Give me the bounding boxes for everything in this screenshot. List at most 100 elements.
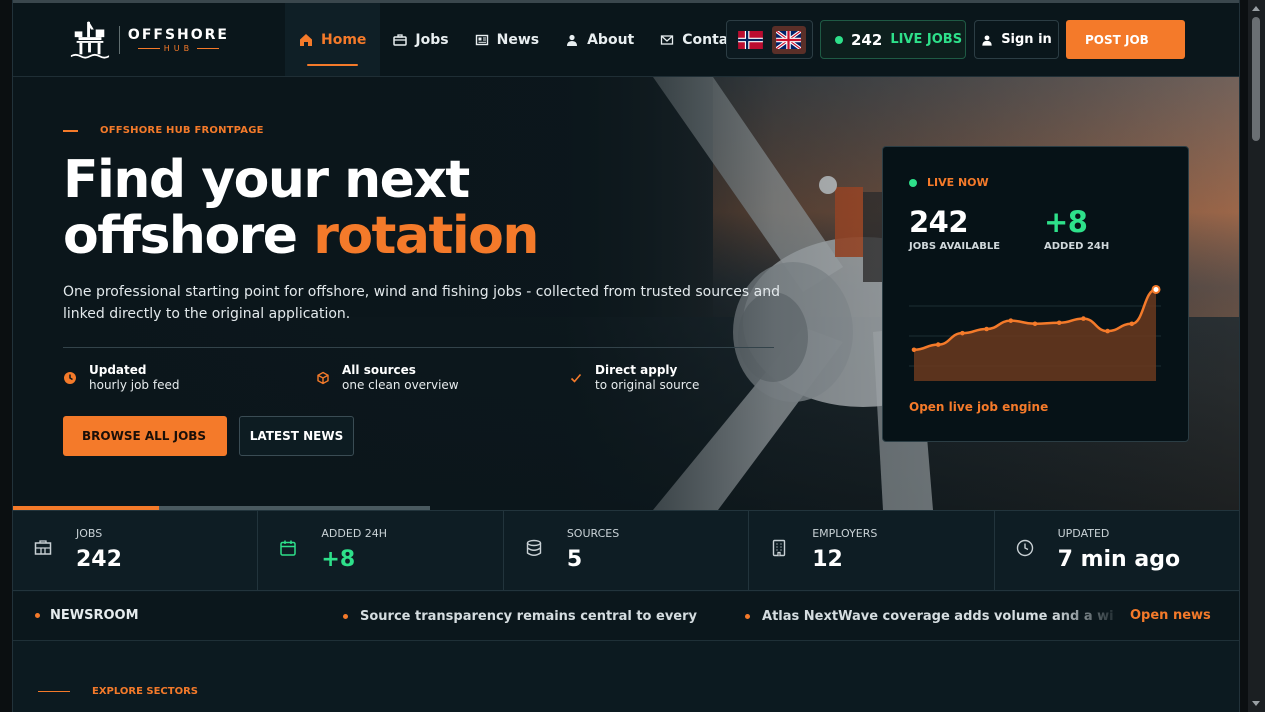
post-job-button[interactable]: POST JOB xyxy=(1066,20,1185,59)
bullet-icon xyxy=(343,614,348,619)
sparkline-point xyxy=(911,347,917,353)
stat-sources-label: SOURCES xyxy=(566,527,620,540)
clock-icon xyxy=(1016,539,1033,557)
sparkline-point xyxy=(1129,321,1135,327)
signin-button[interactable]: Sign in xyxy=(974,20,1059,59)
feature-sources-sub: one clean overview xyxy=(342,378,459,392)
grid-box-icon xyxy=(34,540,52,555)
nav-about-label: About xyxy=(587,31,635,48)
hero-title-accent: rotation xyxy=(313,206,539,266)
uk-flag-icon xyxy=(776,30,802,49)
hero-eyebrow: OFFSHORE HUB FRONTPAGE xyxy=(63,125,264,136)
scroll-thumb[interactable] xyxy=(1252,17,1260,141)
hero-title-line1: Find your next xyxy=(63,150,470,210)
stat-jobs-value: 242 xyxy=(76,547,122,572)
feature-direct-apply: Direct apply to original source xyxy=(569,363,699,393)
news-ticker-text: Source transparency remains central to e… xyxy=(360,609,698,624)
stat-sources-value: 5 xyxy=(566,547,583,572)
user-icon xyxy=(567,34,578,46)
nav-news[interactable]: News xyxy=(462,3,552,76)
scroll-down-icon[interactable] xyxy=(1252,701,1260,706)
site-header: OFFSHORE HUB Home Jobs News About Contac… xyxy=(13,3,1239,77)
hero-title: Find your next offshore rotation xyxy=(63,150,539,266)
newspaper-icon xyxy=(475,34,488,45)
calendar-icon xyxy=(280,540,297,556)
feature-sources: All sources one clean overview xyxy=(316,363,459,393)
sparkline-point xyxy=(1151,284,1161,294)
scroll-up-icon[interactable] xyxy=(1252,6,1260,11)
stat-sources: SOURCES 5 xyxy=(504,511,750,590)
hero-divider xyxy=(63,347,774,348)
newsroom-bar: NEWSROOM Source transparency remains cen… xyxy=(13,592,1239,641)
page-scrollbar[interactable] xyxy=(1248,0,1265,712)
database-icon xyxy=(526,539,542,556)
building-icon xyxy=(773,539,786,557)
news-ticker: Source transparency remains central to e… xyxy=(343,608,1113,626)
feature-direct-sub: to original source xyxy=(595,378,700,392)
live-card-added-value: +8 xyxy=(1044,205,1088,239)
latest-news-button[interactable]: LATEST NEWS xyxy=(239,416,354,456)
stats-row: JOBS 242 ADDED 24H +8 SOURCES 5 EMPLOYER… xyxy=(13,510,1239,591)
norway-flag-icon xyxy=(737,30,763,49)
post-job-label: POST JOB xyxy=(1085,32,1149,47)
sparkline-point xyxy=(1032,321,1038,327)
main-nav: Home Jobs News About Contact xyxy=(285,3,756,76)
live-card-label: LIVE NOW xyxy=(927,176,989,189)
feature-updated: Updated hourly job feed xyxy=(63,363,179,393)
sparkline-point xyxy=(935,342,941,347)
lang-no[interactable] xyxy=(733,26,767,54)
mail-icon xyxy=(661,34,674,45)
stat-employers-label: EMPLOYERS xyxy=(812,527,878,540)
nav-jobs[interactable]: Jobs xyxy=(380,3,461,76)
clock-icon xyxy=(64,372,76,384)
page: OFFSHORE HUB Home Jobs News About Contac… xyxy=(12,0,1240,712)
stat-updated-value: 7 min ago xyxy=(1057,547,1181,572)
news-ticker-item[interactable]: Source transparency remains central to e… xyxy=(343,609,697,624)
sparkline-point xyxy=(1105,328,1110,334)
stat-updated: UPDATED 7 min ago xyxy=(995,511,1239,590)
sparkline-point xyxy=(1056,320,1062,326)
stat-jobs-label: JOBS xyxy=(76,527,103,540)
sparkline-point xyxy=(1008,318,1014,323)
newsroom-label-text: NEWSROOM xyxy=(50,608,139,623)
user-icon xyxy=(982,34,992,46)
language-switcher xyxy=(726,20,813,59)
open-live-job-engine-link[interactable]: Open live job engine xyxy=(909,400,1048,414)
stat-added: ADDED 24H +8 xyxy=(258,511,504,590)
nav-about[interactable]: About xyxy=(552,3,647,76)
live-card-jobs: 242 JOBS AVAILABLE xyxy=(909,205,1000,252)
live-card-jobs-value: 242 xyxy=(909,205,969,239)
stat-jobs: JOBS 242 xyxy=(13,511,259,590)
live-jobs-count: 242 xyxy=(851,30,883,49)
live-jobs-pill[interactable]: 242 LIVE JOBS xyxy=(820,20,966,59)
brand-sub: HUB xyxy=(163,44,194,53)
nav-jobs-label: Jobs xyxy=(415,31,449,48)
logo[interactable]: OFFSHORE HUB xyxy=(69,18,229,62)
explore-sectors-heading: EXPLORE SECTORS xyxy=(38,686,198,697)
live-card-jobs-label: JOBS AVAILABLE xyxy=(909,241,1001,252)
cube-icon xyxy=(317,371,329,385)
browse-all-jobs-label: BROWSE ALL JOBS xyxy=(82,429,207,443)
latest-news-label: LATEST NEWS xyxy=(249,429,344,443)
stat-employers-value: 12 xyxy=(812,547,843,572)
briefcase-icon xyxy=(393,33,408,46)
nav-home-label: Home xyxy=(321,31,367,48)
sparkline-area xyxy=(914,289,1156,381)
feature-direct-title: Direct apply xyxy=(595,363,678,377)
browse-all-jobs-button[interactable]: BROWSE ALL JOBS xyxy=(63,416,227,456)
feature-updated-sub: hourly job feed xyxy=(89,378,180,392)
stat-updated-label: UPDATED xyxy=(1057,527,1110,540)
live-jobs-sparkline xyxy=(909,284,1161,381)
check-icon xyxy=(570,373,582,383)
nav-news-label: News xyxy=(496,31,540,48)
newsroom-label: NEWSROOM xyxy=(35,608,139,623)
open-news-link[interactable]: Open news xyxy=(1130,608,1211,623)
stat-employers: EMPLOYERS 12 xyxy=(749,511,995,590)
explore-sectors-text: EXPLORE SECTORS xyxy=(92,686,198,697)
hero-section: OFFSHORE HUB FRONTPAGE Find your next of… xyxy=(13,77,1239,510)
sparkline-point xyxy=(960,330,965,336)
nav-home[interactable]: Home xyxy=(285,3,381,76)
home-icon xyxy=(300,33,312,46)
hero-title-plain: offshore xyxy=(63,206,298,266)
lang-en[interactable] xyxy=(771,25,806,54)
